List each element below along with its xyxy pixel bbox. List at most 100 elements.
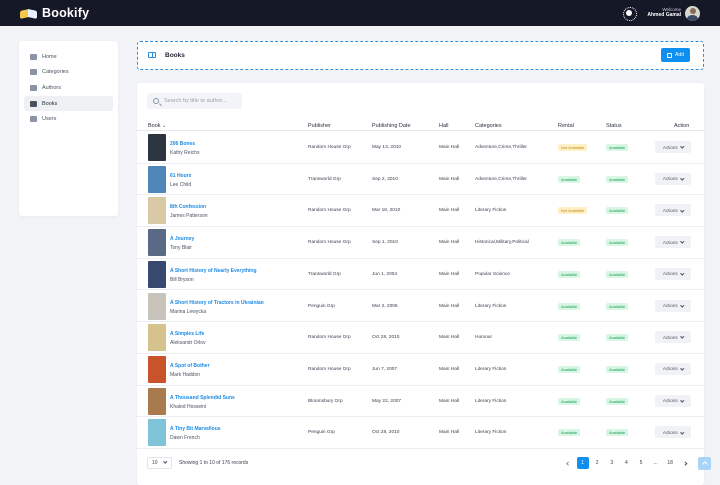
book-cover[interactable] <box>148 324 166 352</box>
sidebar-item-categories[interactable]: Categories <box>24 65 113 80</box>
page-ellipsis: ... <box>653 460 658 466</box>
publishing-date-cell: Mar 18, 2010 <box>372 208 401 214</box>
column-header-book[interactable]: Book <box>148 123 165 129</box>
actions-label: Actions <box>662 176 678 182</box>
avatar[interactable] <box>685 5 700 21</box>
actions-dropdown-button[interactable]: Actions <box>655 299 691 312</box>
sidebar-item-books[interactable]: Books <box>24 96 113 112</box>
table-footer: 10 Showing 1 to 10 of 176 records 1 2 3 … <box>137 454 704 474</box>
publisher-cell: Transworld Grp <box>308 271 341 277</box>
actions-label: Actions <box>662 207 678 213</box>
actions-dropdown-button[interactable]: Actions <box>655 236 691 249</box>
hall-cell: Main Hall <box>439 145 459 150</box>
sort-up-icon <box>162 124 165 127</box>
hall-cell: Main Hall <box>439 303 459 309</box>
book-title-link[interactable]: A Thousand Splendid Suns <box>170 395 235 401</box>
rental-badge: Available <box>558 365 581 373</box>
table-row: A Spot of Bother Mark Haddon Random House … <box>137 354 704 386</box>
book-cover[interactable] <box>148 292 166 320</box>
sidebar-item-home[interactable]: Home <box>24 49 113 64</box>
table-row: A Tiny Bit Marvellous Dawn French Penguin … <box>137 417 704 449</box>
table-row: 206 Bones Kathy Reichs Random House Grp May… <box>137 132 704 164</box>
column-header-status: Status <box>606 123 622 129</box>
actions-label: Actions <box>662 398 678 404</box>
search-icon <box>153 98 159 104</box>
pagination-next[interactable] <box>679 457 691 469</box>
book-title-link[interactable]: 61 Hours <box>170 173 191 179</box>
book-title-link[interactable]: A Tiny Bit Marvellous <box>170 426 221 432</box>
rental-badge: Not Available <box>558 207 588 215</box>
table-header: Book Publisher Publishing Date Hall Cate… <box>137 121 704 131</box>
pagination-prev[interactable] <box>562 457 574 469</box>
sidebar-item-authors[interactable]: Authors <box>24 80 113 95</box>
publisher-cell: Random House Grp <box>308 335 351 341</box>
user-greeting: Welcome Ahmed Gamal <box>647 7 681 18</box>
status-badge: Available <box>606 144 629 151</box>
actions-label: Actions <box>662 366 678 372</box>
books-header: Books Add <box>137 41 704 70</box>
hall-cell: Main Hall <box>439 398 459 404</box>
status-badge: Available <box>606 365 629 373</box>
book-title-link[interactable]: 206 Bones <box>170 141 195 147</box>
chevron-down-icon <box>680 334 684 339</box>
actions-label: Actions <box>662 429 678 435</box>
actions-dropdown-button[interactable]: Actions <box>655 204 691 217</box>
book-cover[interactable] <box>148 387 166 415</box>
sidebar-item-users[interactable]: Users <box>24 112 113 127</box>
page-button[interactable]: 4 <box>620 457 632 469</box>
book-cover[interactable] <box>148 260 166 288</box>
publisher-cell: Random House Grp <box>308 208 351 214</box>
page-button[interactable]: 18 <box>664 457 676 469</box>
publisher-cell: Penguin Grp <box>308 430 335 436</box>
search-input[interactable] <box>164 98 242 104</box>
actions-dropdown-button[interactable]: Actions <box>655 172 691 185</box>
page-button[interactable]: 3 <box>606 457 618 469</box>
books-table-panel: Book Publisher Publishing Date Hall Cate… <box>137 83 704 485</box>
app-logo[interactable]: Bookify <box>20 6 89 20</box>
book-cover[interactable] <box>148 419 166 447</box>
publisher-cell: Transworld Grp <box>308 176 341 182</box>
book-title-link[interactable]: A Simples Life <box>170 331 204 337</box>
rental-badge: Available <box>558 175 581 183</box>
actions-label: Actions <box>662 303 678 308</box>
per-page-select[interactable]: 10 <box>147 457 172 469</box>
book-cover[interactable] <box>148 355 166 383</box>
page-button[interactable]: 5 <box>635 457 647 469</box>
actions-dropdown-button[interactable]: Actions <box>655 362 691 375</box>
scroll-to-top-button[interactable] <box>698 457 711 470</box>
page-title: Books <box>165 52 185 59</box>
table-row: A Short History of Nearly Everything Bill… <box>137 259 704 291</box>
rental-badge: Available <box>558 334 581 342</box>
search-box[interactable] <box>147 93 242 109</box>
categories-cell: Literary Fiction <box>475 208 507 214</box>
actions-label: Actions <box>662 334 678 340</box>
book-cover[interactable] <box>148 165 166 193</box>
table-row: 8th Confession James Patterson Random Hous… <box>137 195 704 228</box>
actions-dropdown-button[interactable]: Actions <box>655 331 691 344</box>
book-logo-icon <box>20 6 38 20</box>
rental-badge: Available <box>558 429 581 437</box>
categories-cell: Literary Fiction <box>475 303 507 309</box>
page-button[interactable]: 2 <box>591 457 603 469</box>
book-title-link[interactable]: A Spot of Bother <box>170 363 210 369</box>
add-book-button[interactable]: Add <box>661 48 690 62</box>
book-title-link[interactable]: A Short History of Nearly Everything <box>170 268 257 274</box>
chevron-down-icon <box>680 144 684 149</box>
book-title-link[interactable]: 8th Confession <box>170 204 206 210</box>
book-cover[interactable] <box>148 197 166 225</box>
page-button[interactable]: 1 <box>576 457 589 469</box>
book-cover[interactable] <box>148 134 166 161</box>
actions-dropdown-button[interactable]: Actions <box>655 141 691 153</box>
actions-dropdown-button[interactable]: Actions <box>655 267 691 280</box>
column-header-hall: Hall <box>439 123 449 129</box>
book-author: Tony Blair <box>170 245 192 252</box>
status-badge: Available <box>606 207 629 215</box>
actions-dropdown-button[interactable]: Actions <box>655 394 691 407</box>
book-title-link[interactable]: A Journey <box>170 236 194 242</box>
actions-dropdown-button[interactable]: Actions <box>655 426 691 439</box>
book-title-link[interactable]: A Short History of Tractors in Ukrainian <box>170 300 264 306</box>
home-icon <box>30 53 37 60</box>
theme-toggle-icon[interactable] <box>623 7 638 21</box>
book-cover[interactable] <box>148 229 166 257</box>
table-row: 61 Hours Lee Child Transworld Grp Sep 2, 20… <box>137 164 704 196</box>
